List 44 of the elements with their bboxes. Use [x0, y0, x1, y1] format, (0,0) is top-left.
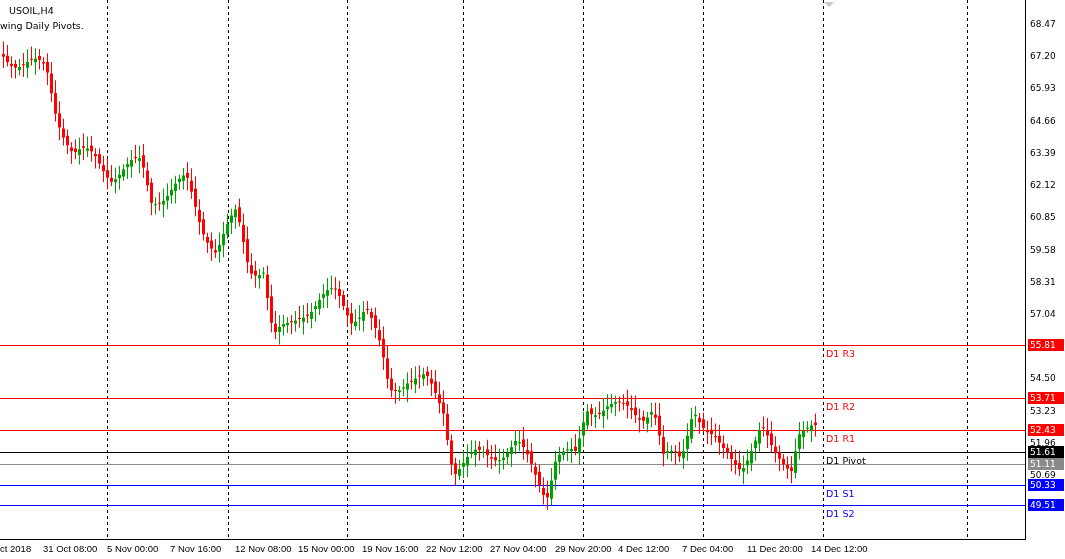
level-label: D1 R2 — [826, 401, 856, 413]
time-tick-label: 5 Nov 00:00 — [107, 543, 159, 554]
level-label: D1 S2 — [826, 508, 855, 520]
time-tick-label: 12 Nov 08:00 — [235, 543, 292, 554]
time-tick-label: 4 Dec 12:00 — [618, 543, 670, 554]
price-tick-label: 58.31 — [1030, 276, 1056, 287]
time-tick-label: 27 Nov 04:00 — [490, 543, 547, 554]
price-badge: 53.71 — [1028, 392, 1064, 404]
indicator-label: wing Daily Pivots. — [0, 20, 84, 31]
level-label: D1 R1 — [826, 433, 856, 445]
price-tick-label: 50.69 — [1030, 470, 1056, 481]
price-badge: 49.51 — [1028, 499, 1064, 511]
level-label: D1 Pivot — [826, 455, 866, 467]
time-tick-label: ct 2018 — [0, 543, 32, 554]
price-tick-label: 51.96 — [1030, 437, 1056, 448]
price-tick-label: 68.47 — [1030, 19, 1056, 29]
time-tick-label: 14 Dec 12:00 — [811, 543, 868, 554]
price-badge: 55.81 — [1028, 339, 1064, 351]
price-badge: 50.33 — [1028, 479, 1064, 491]
price-tick-label: 57.04 — [1030, 308, 1056, 319]
level-label: D1 R3 — [826, 348, 856, 360]
price-tick-label: 60.85 — [1030, 212, 1056, 223]
level-label: D1 S1 — [826, 488, 855, 500]
price-badge: 51.11 — [1028, 458, 1064, 470]
price-tick-label: 64.66 — [1030, 115, 1056, 126]
price-tick-label: 65.93 — [1030, 83, 1056, 94]
time-tick-label: 29 Nov 20:00 — [555, 543, 612, 554]
price-tick-label: 54.50 — [1030, 373, 1056, 384]
price-tick-label: 62.12 — [1030, 180, 1056, 191]
symbol-label: USOIL,H4 — [9, 5, 54, 16]
time-tick-label: 7 Dec 04:00 — [682, 543, 734, 554]
time-tick-label: 15 Nov 00:00 — [298, 543, 355, 554]
price-badge: 51.61 — [1028, 446, 1064, 458]
shift-marker-icon[interactable] — [824, 2, 834, 7]
price-tick-label: 63.39 — [1030, 147, 1056, 158]
price-tick-label: 53.23 — [1030, 405, 1056, 416]
price-badge: 52.43 — [1028, 424, 1064, 436]
time-tick-label: 7 Nov 16:00 — [170, 543, 222, 554]
time-tick-label: 31 Oct 08:00 — [43, 543, 98, 554]
time-tick-label: 19 Nov 16:00 — [362, 543, 419, 554]
time-tick-label: 22 Nov 12:00 — [426, 543, 483, 554]
price-tick-label: 59.58 — [1030, 244, 1056, 255]
time-tick-label: 11 Dec 20:00 — [747, 543, 803, 554]
price-tick-label: 67.20 — [1030, 51, 1056, 62]
